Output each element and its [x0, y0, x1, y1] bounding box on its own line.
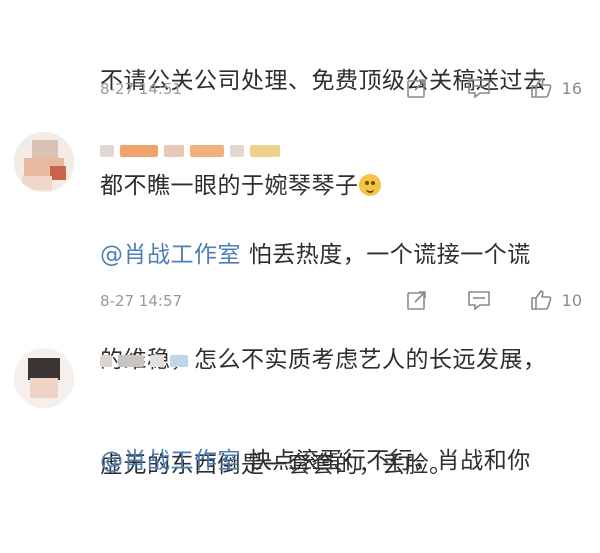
- comment-1-actions: 16: [404, 75, 582, 101]
- mention-link[interactable]: @肖战工作室: [100, 448, 241, 474]
- like-count: 10: [561, 290, 582, 310]
- comment-2-line-1: 怕丢热度，一个谎接一个谎: [241, 242, 531, 268]
- comment-2-time: 8-27 14:57: [100, 292, 183, 310]
- comment-icon[interactable]: [466, 287, 492, 313]
- avatar[interactable]: [14, 132, 74, 192]
- mention-link[interactable]: @肖战工作室: [100, 242, 241, 268]
- share-icon[interactable]: [404, 75, 430, 101]
- share-icon[interactable]: [404, 287, 430, 313]
- comment-3-text: @肖战工作室 快点滚蛋行不行，肖战和你: [100, 374, 590, 549]
- blurred-username: [100, 352, 188, 370]
- thumbs-up-icon: [528, 287, 554, 313]
- comment-3-line-1: 快点滚蛋行不行，肖战和你: [241, 448, 531, 474]
- like-button[interactable]: 16: [528, 75, 582, 101]
- comment-icon[interactable]: [466, 75, 492, 101]
- thumbs-up-icon: [528, 75, 554, 101]
- avatar[interactable]: [14, 348, 74, 408]
- like-button[interactable]: 10: [528, 287, 582, 313]
- comment-2-actions: 10: [404, 287, 582, 313]
- comment-1-time: 8-27 14:51: [100, 80, 183, 98]
- like-count: 16: [561, 78, 582, 98]
- blurred-username: [100, 142, 280, 160]
